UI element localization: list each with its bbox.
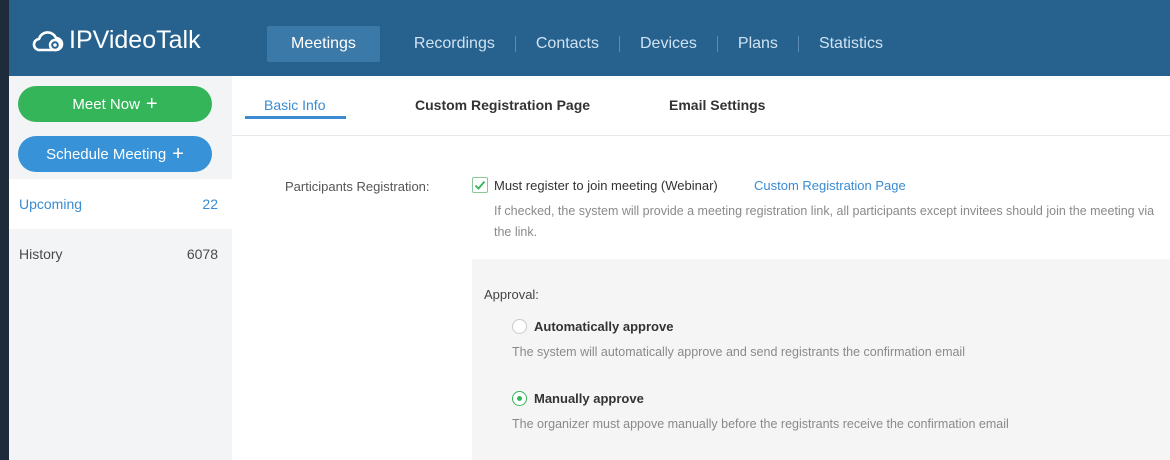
schedule-meeting-button[interactable]: Schedule Meeting +: [18, 136, 212, 172]
window-frame-edge: [0, 0, 9, 460]
custom-registration-page-link[interactable]: Custom Registration Page: [754, 178, 906, 193]
approval-label: Approval:: [484, 287, 539, 302]
meet-now-button[interactable]: Meet Now +: [18, 86, 212, 122]
logo-text: IPVideoTalk: [69, 26, 201, 54]
registration-hint: If checked, the system will provide a me…: [494, 204, 1155, 239]
register-checkbox-label[interactable]: Must register to join meeting (Webinar): [494, 178, 718, 193]
sidebar: Meet Now + Schedule Meeting + Upcoming 2…: [9, 76, 232, 460]
tab-custom-registration-page[interactable]: Custom Registration Page: [415, 97, 590, 113]
nav-devices[interactable]: Devices: [620, 26, 717, 62]
meet-now-label: Meet Now: [72, 95, 140, 113]
active-tab-indicator: [245, 116, 346, 119]
nav-recordings[interactable]: Recordings: [394, 26, 515, 62]
auto-approve-radio[interactable]: [512, 319, 527, 334]
sidebar-item-label: Upcoming: [19, 196, 83, 212]
plus-icon: +: [145, 93, 158, 115]
participants-registration-label: Participants Registration:: [285, 179, 430, 194]
manual-approve-radio[interactable]: [512, 391, 527, 406]
tab-email-settings[interactable]: Email Settings: [669, 97, 765, 113]
sidebar-item-count: 22: [202, 196, 218, 212]
main-nav: Meetings Recordings Contacts Devices Pla…: [267, 26, 903, 62]
auto-approve-desc: The system will automatically approve an…: [512, 345, 965, 359]
manual-approve-desc: The organizer must appove manually befor…: [512, 417, 1009, 431]
cloud-icon: [32, 30, 64, 51]
nav-plans[interactable]: Plans: [718, 26, 798, 62]
sidebar-item-history[interactable]: History 6078: [9, 229, 232, 279]
manual-approve-title[interactable]: Manually approve: [534, 391, 644, 406]
sidebar-item-upcoming[interactable]: Upcoming 22: [9, 179, 232, 229]
approval-panel: Approval: Automatically approve The syst…: [472, 259, 1170, 460]
checkmark-icon: [474, 180, 486, 190]
plus-icon: +: [172, 143, 184, 165]
nav-meetings[interactable]: Meetings: [267, 26, 380, 62]
register-checkbox[interactable]: [472, 177, 488, 193]
schedule-meeting-label: Schedule Meeting: [46, 145, 167, 163]
tab-basic-info[interactable]: Basic Info: [264, 97, 325, 113]
sidebar-item-count: 6078: [186, 246, 218, 262]
meeting-form: Participants Registration: Must register…: [232, 137, 1170, 460]
app-logo[interactable]: IPVideoTalk: [31, 26, 201, 55]
top-navigation-bar: IPVideoTalk Meetings Recordings Contacts…: [9, 0, 1170, 76]
nav-contacts[interactable]: Contacts: [516, 26, 619, 62]
tab-bar: Basic Info Custom Registration Page Emai…: [232, 76, 1170, 136]
nav-statistics[interactable]: Statistics: [799, 26, 903, 62]
auto-approve-title[interactable]: Automatically approve: [534, 319, 673, 334]
sidebar-item-label: History: [19, 246, 63, 262]
